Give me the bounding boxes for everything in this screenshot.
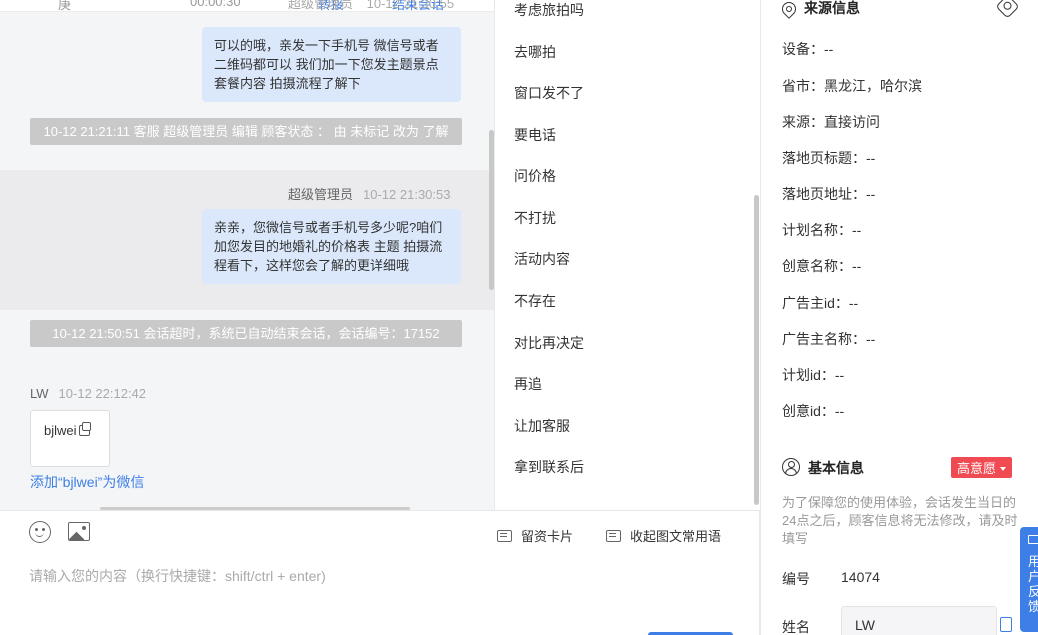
message-meta: 超级管理员 10-12 21:30:53 [288,184,450,203]
source-row-landing-url: 落地页地址：-- [782,186,876,202]
copy-icon[interactable] [78,422,91,436]
phrase-item[interactable]: 活动内容 [514,249,570,269]
number-label: 编号 [782,571,810,587]
source-info-title: 来源信息 [779,0,860,19]
system-message: 10-12 21:21:11 客服 超级管理员 编辑 顾客状态 ： 由 未标记 … [30,118,462,145]
collapse-phrases-label: 收起图文常用语 [630,529,722,544]
message-meta: 超级管理员 10-12 21:20:55 [288,0,454,12]
edit-notice: 为了保障您的使用体验，会话发生当日的24点之后，顾客信息将无法修改，请及时填写 [782,495,1018,546]
wechat-id-card[interactable]: bjlwei [30,410,110,467]
source-row-landing-title: 落地页标题：-- [782,150,876,166]
source-row-plan-name: 计划名称：-- [782,222,862,238]
name-field[interactable]: LW [841,606,997,635]
sender-name: 超级管理员 [288,0,354,11]
message-time: 10-12 21:20:55 [366,0,455,11]
source-info-label: 来源信息 [804,0,860,16]
phrase-item[interactable]: 让加客服 [514,416,570,436]
location-icon [779,0,799,19]
phrase-item[interactable]: 不打扰 [514,208,556,228]
name-label: 姓名 [782,619,810,635]
sender-name: 超级管理员 [288,187,354,202]
source-row-plan-id: 计划id：-- [782,367,845,383]
message-input[interactable]: 请输入您的内容（换行快捷键：shift/ctrl + enter) [29,566,326,586]
settings-icon[interactable] [995,0,1020,19]
wechat-id-text: bjlwei [44,423,77,438]
card-icon [497,530,512,542]
source-row-advertiser-id: 广告主id：-- [782,295,859,311]
mail-icon [1028,535,1038,544]
phrase-item[interactable]: 不存在 [514,291,556,311]
clipped-cell: 庚 [58,0,72,12]
source-row-creative-id: 创意id：-- [782,403,845,419]
collapse-phrases-button[interactable]: 收起图文常用语 [606,526,721,545]
chat-scrollbar[interactable] [489,130,494,290]
source-row-region: 省市：黑龙江，哈尔滨 [782,78,922,94]
phrase-item[interactable]: 窗口发不了 [514,83,584,103]
agent-message-bubble: 可以的哦，亲发一下手机号 微信号或者二维码都可以 我们加一下您发主题景点 套餐内… [202,27,461,102]
source-row-device: 设备：-- [782,41,834,57]
source-row-advertiser-name: 广告主名称：-- [782,331,876,347]
system-message: 10-12 21:50:51 会话超时，系统已自动结束会话，会话编号：17152 [30,320,462,347]
phrase-item[interactable]: 拿到联系后 [514,457,584,477]
phrase-item[interactable]: 问价格 [514,166,556,186]
lead-card-label: 留资卡片 [521,529,574,544]
add-wechat-link[interactable]: 添加“bjlwei”为微信 [30,472,144,492]
feedback-tab[interactable]: 用户反馈 [1020,527,1038,632]
image-icon[interactable] [68,522,90,541]
phrase-scrollbar[interactable] [754,195,759,505]
number-value: 14074 [841,569,880,585]
message-icon [606,530,621,542]
source-row-creative-name: 创意名称：-- [782,258,862,274]
clipped-time: 00:00:30 [190,0,241,9]
intent-tag-label: 高意愿 [957,461,997,476]
message-input-area: 留资卡片 收起图文常用语 请输入您的内容（换行快捷键：shift/ctrl + … [0,510,760,635]
basic-info-label: 基本信息 [808,460,864,476]
user-circle-icon [782,458,800,476]
feedback-label: 用户反馈 [1028,554,1038,614]
emoji-icon[interactable] [29,521,51,543]
caret-down-icon [1000,467,1007,471]
message-meta: LW 10-12 22:12:42 [30,386,146,401]
customer-info-panel: 来源信息 设备：-- 省市：黑龙江，哈尔滨 来源：直接访问 落地页标题：-- 落… [760,0,1038,635]
phrase-item[interactable]: 对比再决定 [514,333,584,353]
document-icon[interactable] [1000,617,1012,632]
message-time: 10-12 22:12:42 [58,386,147,401]
source-row-source: 来源：直接访问 [782,114,880,130]
lead-card-button[interactable]: 留资卡片 [497,526,573,545]
agent-message-bubble: 亲亲，您微信号或者手机号多少呢?咱们加您发目的地婚礼的价格表 主题 拍摄流程看下… [202,209,461,284]
phrase-item[interactable]: 再追 [514,374,542,394]
message-time: 10-12 21:30:53 [363,187,451,202]
phrase-item[interactable]: 考虑旅拍吗 [514,0,584,20]
sender-name: LW [30,386,49,401]
intent-tag-dropdown[interactable]: 高意愿 [951,457,1013,478]
phrase-item[interactable]: 要电话 [514,125,556,145]
chat-panel: 庚 00:00:30 转接 结束会话 超级管理员 10-12 21:20:55 … [0,0,495,510]
phrase-item[interactable]: 去哪拍 [514,42,556,62]
quick-phrase-list: 考虑旅拍吗 去哪拍 窗口发不了 要电话 问价格 不打扰 活动内容 不存在 对比再… [496,0,760,510]
basic-info-title: 基本信息 [782,458,864,478]
